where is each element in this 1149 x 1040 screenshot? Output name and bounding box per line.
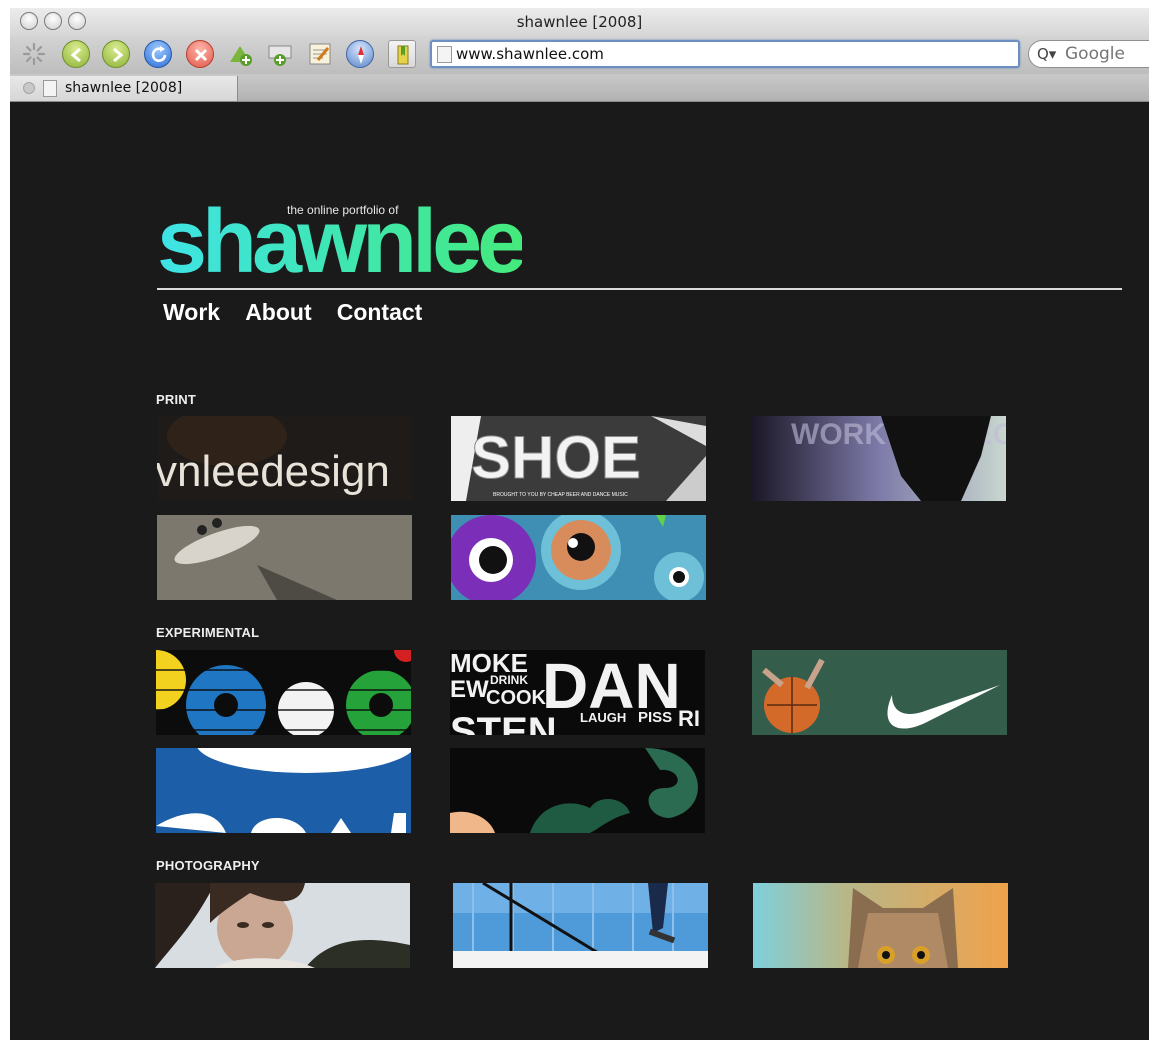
- main-nav: Work About Contact: [163, 299, 442, 326]
- notes-icon[interactable]: [306, 40, 334, 68]
- thumb-print-shoe[interactable]: SHOE BROUGHT TO YOU BY CHEAP BEER AND DA…: [451, 416, 706, 501]
- piss-text: PISS: [638, 709, 672, 726]
- add-bookmark-icon[interactable]: [266, 40, 294, 68]
- thumb-photo-cat[interactable]: [753, 883, 1008, 968]
- thumb-photo-skate[interactable]: [453, 883, 708, 968]
- reload-button[interactable]: [144, 40, 172, 68]
- thumb-print-skate[interactable]: [157, 515, 412, 600]
- stop-button[interactable]: [186, 40, 214, 68]
- tab-label: shawnlee [2008]: [65, 80, 183, 96]
- search-icon: Q▾: [1037, 45, 1057, 63]
- home-add-icon[interactable]: [226, 40, 254, 68]
- window-titlebar: shawnlee [2008]: [10, 8, 1149, 36]
- close-tab-icon[interactable]: [23, 82, 35, 94]
- rl-text: RI: [678, 706, 700, 731]
- section-heading-print: PRINT: [156, 392, 196, 407]
- section-heading-experimental: EXPERIMENTAL: [156, 625, 260, 640]
- ew-text: EW: [450, 676, 489, 703]
- shoe-subtext: BROUGHT TO YOU BY CHEAP BEER AND DANCE M…: [493, 492, 628, 498]
- thumb-exp-dragon[interactable]: [450, 748, 705, 833]
- thumb-exp-blue[interactable]: [156, 748, 411, 833]
- nav-contact[interactable]: Contact: [337, 299, 423, 326]
- laugh-text: LAUGH: [580, 710, 626, 725]
- nav-about[interactable]: About: [245, 299, 311, 326]
- page-icon: [43, 80, 57, 97]
- back-button[interactable]: [62, 40, 90, 68]
- url-input[interactable]: [456, 44, 1006, 64]
- cook-text: COOK: [486, 687, 547, 709]
- thumb-exp-typography[interactable]: MOKE EW DRINK COOK DAN STEN LAUGH PISS R…: [450, 650, 705, 735]
- bookmarks-icon[interactable]: [388, 40, 416, 68]
- nav-work[interactable]: Work: [163, 299, 220, 326]
- shoe-text: SHOE: [471, 424, 641, 491]
- forward-button[interactable]: [102, 40, 130, 68]
- web-page: shawnlee the online portfolio of Work Ab…: [10, 102, 1149, 1040]
- section-heading-photography: PHOTOGRAPHY: [156, 858, 260, 873]
- logo-tagline: the online portfolio of: [287, 203, 399, 217]
- loading-spinner-icon: [20, 40, 48, 68]
- window-title: shawnlee [2008]: [516, 13, 643, 31]
- thumb-print-work[interactable]: WORK IT CHECK: [751, 416, 1006, 501]
- thumb-exp-circles[interactable]: [156, 650, 411, 735]
- page-icon: [437, 46, 452, 63]
- search-field[interactable]: Q▾: [1028, 40, 1149, 68]
- sten-text: STEN: [450, 710, 557, 735]
- thumb-photo-portrait[interactable]: [155, 883, 410, 968]
- search-input[interactable]: [1065, 44, 1149, 64]
- thumb-print-design[interactable]: vnleedesign: [157, 416, 412, 501]
- drink-text: DRINK: [490, 673, 528, 687]
- compass-icon[interactable]: [346, 40, 374, 68]
- tab-bar: shawnlee [2008]: [10, 74, 1149, 102]
- address-bar[interactable]: [430, 40, 1020, 68]
- tab-shawnlee[interactable]: shawnlee [2008]: [10, 76, 238, 101]
- thumb-print-eyes[interactable]: [451, 515, 706, 600]
- thumb-exp-nike[interactable]: [752, 650, 1007, 735]
- browser-toolbar: Q▾: [10, 36, 1149, 74]
- header-divider: [157, 288, 1122, 290]
